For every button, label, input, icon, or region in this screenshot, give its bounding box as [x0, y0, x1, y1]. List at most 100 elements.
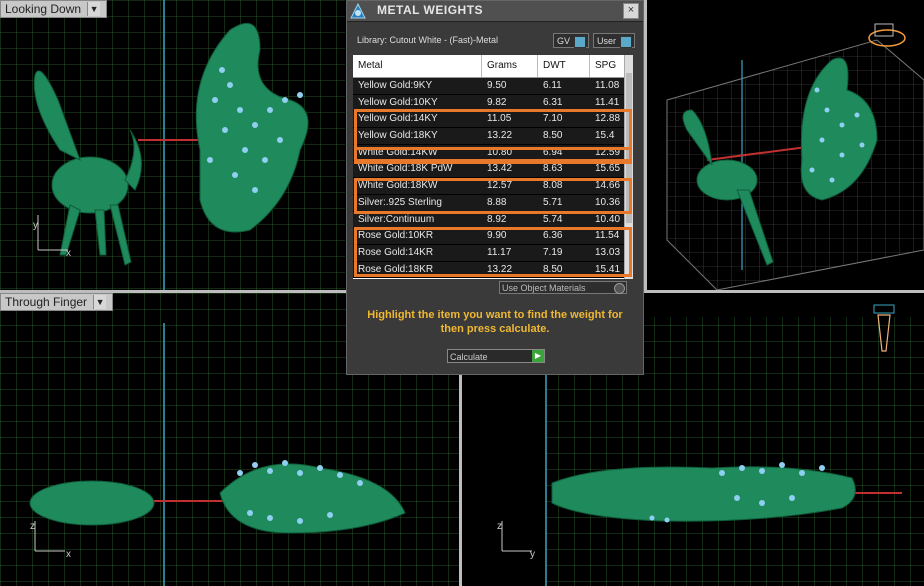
cell-grams: 9.90: [487, 230, 507, 242]
cell-spg: 14.66: [595, 180, 621, 192]
viewport-perspective[interactable]: [647, 0, 924, 290]
cell-grams: 8.92: [487, 213, 507, 225]
table-row[interactable]: Rose Gold:10KR 9.90 6.36 11.54: [353, 228, 625, 245]
cell-grams: 10.80: [487, 146, 513, 158]
radio-icon[interactable]: [614, 283, 625, 294]
cell-metal: Silver:.925 Sterling: [358, 196, 442, 208]
cell-grams: 9.82: [487, 96, 507, 108]
viewport-grid: y x: [0, 0, 345, 290]
library-label: Library: Cutout White - (Fast)-Metal: [357, 35, 499, 45]
cell-grams: 11.05: [487, 113, 512, 125]
app-logo-icon: [350, 2, 366, 19]
user-toggle-label: User: [597, 36, 617, 46]
cell-dwt: 8.50: [543, 130, 563, 142]
cell-grams: 12.57: [487, 180, 513, 192]
cell-dwt: 5.71: [543, 196, 563, 208]
viewport-label-text: Looking Down: [5, 2, 82, 16]
cell-dwt: 5.74: [543, 213, 563, 225]
chevron-down-icon[interactable]: ▼: [93, 295, 107, 309]
cell-metal: White Gold:18KW: [358, 180, 438, 192]
cell-metal: Yellow Gold:9KY: [358, 80, 433, 91]
cell-metal: White Gold:18K PdW: [358, 163, 453, 175]
column-separator: [589, 55, 590, 77]
cell-dwt: 8.08: [543, 180, 563, 192]
cell-dwt: 7.10: [543, 113, 563, 125]
cell-dwt: 8.50: [543, 263, 563, 275]
table-row[interactable]: Rose Gold:14KR 11.17 7.19 13.03: [353, 244, 625, 262]
cell-spg: 13.03: [595, 246, 621, 258]
cell-dwt: 6.11: [543, 80, 562, 91]
viewport-divider-vertical-top[interactable]: [644, 0, 647, 290]
column-header-spg[interactable]: SPG: [595, 60, 616, 71]
cell-dwt: 6.31: [543, 96, 563, 108]
cell-grams: 13.22: [487, 263, 513, 275]
cell-spg: 12.88: [595, 113, 621, 125]
cell-spg: 15.65: [595, 163, 621, 175]
panel-title: METAL WEIGHTS: [377, 3, 484, 17]
cell-grams: 13.42: [487, 163, 513, 175]
viewport-label-looking-down[interactable]: Looking Down ▼: [0, 0, 108, 18]
axis-z-label: z: [30, 521, 35, 532]
axis-z-label: z: [497, 521, 502, 532]
cell-dwt: 6.94: [543, 146, 563, 158]
cell-metal: Silver:Continuum: [358, 213, 435, 225]
gv-toggle[interactable]: GV: [553, 33, 589, 48]
calculate-button[interactable]: Calculate ▶: [447, 349, 545, 363]
table-scrollbar[interactable]: [624, 55, 633, 279]
axis-x-label: x: [66, 549, 71, 560]
table-row[interactable]: White Gold:14KW 10.80 6.94 12.59: [353, 144, 625, 162]
calculate-label: Calculate: [450, 352, 488, 362]
column-header-dwt[interactable]: DWT: [543, 60, 566, 71]
viewport-label-text: Through Finger: [5, 295, 88, 309]
table-row[interactable]: Silver:Continuum 8.92 5.74 10.40: [353, 211, 625, 229]
table-row[interactable]: White Gold:18KW 12.57 8.08 14.66: [353, 178, 625, 195]
table-row[interactable]: Rose Gold:18KR 13.22 8.50 15.41: [353, 261, 625, 279]
cell-spg: 11.08: [595, 80, 620, 91]
metal-table: Metal Grams DWT SPG Yellow Gold:9KY 9.50 6…: [353, 55, 633, 279]
table-row[interactable]: Yellow Gold:14KY 11.05 7.10 12.88: [353, 111, 625, 129]
close-icon[interactable]: ×: [623, 3, 639, 19]
table-row[interactable]: White Gold:18K PdW 13.42 8.63 15.65: [353, 161, 625, 179]
cell-metal: Rose Gold:10KR: [358, 230, 434, 242]
instruction-text: Highlight the item you want to find the …: [367, 309, 623, 335]
cell-spg: 12.59: [595, 146, 621, 158]
cell-dwt: 6.36: [543, 230, 563, 242]
column-header-grams[interactable]: Grams: [487, 60, 517, 71]
table-row[interactable]: Yellow Gold:10KY 9.82 6.31 11.41: [353, 94, 625, 112]
cell-spg: 10.36: [595, 196, 621, 208]
use-object-materials-option[interactable]: Use Object Materials: [499, 281, 627, 294]
play-icon[interactable]: ▶: [532, 350, 544, 362]
user-toggle[interactable]: User: [593, 33, 635, 48]
viewport-looking-down[interactable]: y x Looking Down ▼: [0, 0, 345, 290]
chevron-down-icon[interactable]: ▼: [87, 2, 101, 16]
cell-grams: 8.88: [487, 196, 507, 208]
cell-spg: 11.54: [595, 230, 620, 242]
axis-y-label: y: [33, 220, 38, 231]
column-header-metal[interactable]: Metal: [358, 60, 382, 71]
cell-metal: Rose Gold:14KR: [358, 246, 434, 258]
cell-grams: 13.22: [487, 130, 513, 142]
table-row[interactable]: Yellow Gold:9KY 9.50 6.11 11.08: [353, 78, 625, 95]
toggle-icon: [574, 36, 586, 48]
cell-spg: 11.41: [595, 96, 620, 108]
column-separator: [481, 55, 482, 77]
viewport-grid: [666, 23, 924, 290]
column-separator: [537, 55, 538, 77]
cell-metal: Yellow Gold:10KY: [358, 96, 438, 108]
gv-toggle-label: GV: [557, 36, 571, 46]
table-row[interactable]: Yellow Gold:18KY 13.22 8.50 15.4: [353, 128, 625, 145]
table-row[interactable]: Silver:.925 Sterling 8.88 5.71 10.36: [353, 194, 625, 212]
cell-dwt: 7.19: [543, 246, 563, 258]
cell-spg: 15.41: [595, 263, 621, 275]
cell-grams: 11.17: [487, 246, 512, 258]
axis-x-label: x: [66, 248, 71, 259]
table-header: Metal Grams DWT SPG: [353, 55, 633, 78]
viewport-label-through-finger[interactable]: Through Finger ▼: [0, 293, 114, 311]
scrollbar-thumb[interactable]: [626, 73, 632, 223]
use-object-materials-label: Use Object Materials: [502, 283, 586, 293]
axis-y-label: y: [530, 549, 535, 560]
toggle-icon: [620, 36, 632, 48]
panel-titlebar[interactable]: METAL WEIGHTS ×: [347, 1, 643, 22]
cell-spg: 10.40: [595, 213, 621, 225]
cell-metal: Rose Gold:18KR: [358, 263, 434, 275]
